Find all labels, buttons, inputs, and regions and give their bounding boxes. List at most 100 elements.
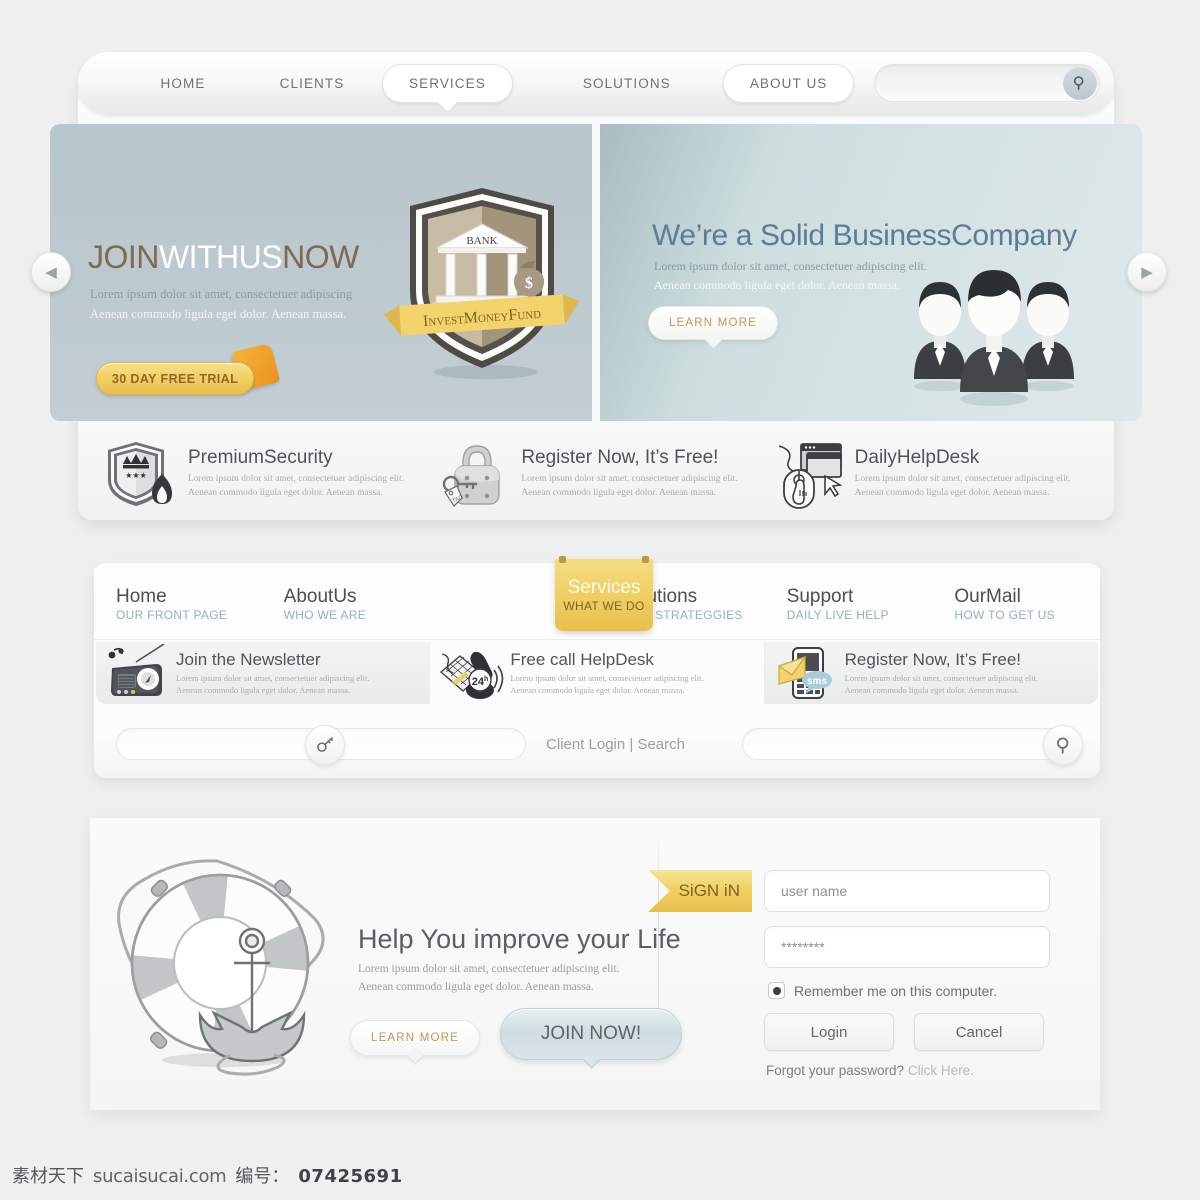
tab-pin-left-icon — [559, 556, 566, 563]
free-trial-button[interactable]: 30 DAY FREE TRIAL — [96, 362, 254, 395]
watermark: 素材天下 sucaisucai.com 编号： 07425691 — [12, 1162, 403, 1188]
keyboard-phone-24h-icon: 24h — [440, 652, 504, 699]
service-line1: Lorem ipsum dolor sit amet, consectetuer… — [510, 673, 704, 683]
header-search[interactable] — [874, 64, 1100, 102]
feature-title: DailyHelpDesk — [854, 446, 980, 468]
sec-nav-subtitle-active: WHAT WE DO — [563, 599, 645, 613]
checkbox-dot-icon — [772, 986, 781, 995]
feature-text: Register Now, It’s Free! Lorem ipsum dol… — [521, 447, 737, 500]
feature-item-register-now[interactable]: TAG Register Now, It’s Free! Lorem ipsum… — [429, 432, 762, 514]
sidebar-item-support[interactable]: Support DAILY LIVE HELP — [765, 585, 933, 622]
carousel-prev-arrow-icon[interactable]: ◀ — [31, 252, 71, 292]
feature-line1: Lorem ipsum dolor sit amet, consectetuer… — [188, 473, 405, 484]
hero-carousel: JOINWITHUSNOW Lorem ipsum dolor sit amet… — [50, 124, 1142, 421]
secondary-card: Home OUR FRONT PAGE AboutUs WHO WE ARE S… — [94, 556, 1100, 778]
hero-title-part3: NOW — [282, 239, 359, 275]
hero-slide-right: We’re a Solid BusinessCompany Lorem ipsu… — [600, 124, 1142, 421]
carousel-next-arrow-icon[interactable]: ▶ — [1127, 252, 1167, 292]
feature-line1: Lorem ipsum dolor sit amet, consectetuer… — [521, 473, 738, 484]
forgot-password-text: Forgot your password? — [766, 1063, 905, 1078]
tab-pin-right-icon — [642, 556, 649, 563]
remember-me-checkbox[interactable] — [768, 982, 785, 999]
cancel-button[interactable]: Cancel — [914, 1013, 1044, 1051]
sidebar-item-ourmail[interactable]: OurMail HOW TO GET US — [932, 585, 1100, 622]
bottom-learn-more-button[interactable]: LEARN MORE — [350, 1020, 480, 1056]
join-now-button[interactable]: JOIN NOW! — [500, 1008, 682, 1060]
key-icon[interactable] — [305, 725, 345, 765]
service-text: Join the Newsletter Lorem ipsum dolor si… — [176, 650, 369, 696]
sec-nav-subtitle: WHO WE ARE — [283, 608, 367, 622]
mouse-cursor-window-icon — [778, 443, 843, 509]
hero-title-part1: JOIN — [88, 239, 159, 275]
nav-item-solutions[interactable]: SOLUTIONS — [547, 76, 707, 91]
service-item-register[interactable]: sms Register Now, It’s Free! Lorem ipsum… — [764, 642, 1098, 704]
service-title: Join the Newsletter — [176, 650, 321, 669]
remember-me-row[interactable]: Remember me on this computer. — [768, 982, 1050, 999]
client-login-field[interactable] — [116, 725, 526, 765]
service-item-helpdesk[interactable]: 24h Free call HelpDesk Lorem ipsum dolor… — [430, 642, 765, 704]
sidebar-item-aboutus[interactable]: AboutUs WHO WE ARE — [262, 585, 430, 622]
service-line1: Lorem ipsum dolor sit amet, consectetuer… — [176, 673, 370, 683]
nav-item-services[interactable]: SERVICES — [382, 63, 513, 103]
padlock-key-tag-icon: TAG — [443, 445, 501, 508]
forgot-password-link[interactable]: Click Here. — [908, 1063, 974, 1078]
feature-title: Register Now, It’s Free! — [521, 446, 719, 468]
badge-sms: sms — [807, 676, 827, 687]
hero-right-sub-line2: Aenean commodo ligula eget dolor. Aenean… — [654, 278, 900, 292]
search-icon[interactable] — [1063, 66, 1097, 100]
sec-nav-title: Home — [116, 586, 167, 607]
business-team-icon — [914, 270, 1074, 406]
password-field[interactable] — [764, 926, 1050, 968]
lifebuoy-anchor-icon — [117, 859, 325, 1076]
svg-text:BANK: BANK — [466, 235, 497, 247]
sec-nav-subtitle: DAILY LIVE HELP — [786, 608, 889, 622]
login-form: Remember me on this computer. Login Canc… — [764, 870, 1050, 1078]
hero-right-subtitle: Lorem ipsum dolor sit amet, consectetuer… — [654, 257, 927, 295]
nav-item-clients[interactable]: CLIENTS — [242, 76, 382, 91]
bottom-panel-subtitle: Lorem ipsum dolor sit amet, consectetuer… — [358, 960, 620, 996]
hero-left-sub-line1: Lorem ipsum dolor sit amet, consectetuer… — [90, 287, 353, 301]
svg-text:★★★: ★★★ — [125, 471, 147, 480]
sidebar-item-services-active[interactable]: Services WHAT WE DO — [555, 556, 653, 631]
feature-line2: Aenean commodo ligula eget dolor. Aenean… — [521, 487, 717, 498]
radio-music-icon — [108, 644, 165, 696]
service-item-newsletter[interactable]: Join the Newsletter Lorem ipsum dolor si… — [96, 642, 431, 704]
hero-slide-left: JOINWITHUSNOW Lorem ipsum dolor sit amet… — [50, 124, 592, 421]
service-text: Free call HelpDesk Lorem ipsum dolor sit… — [510, 650, 703, 696]
hero-left-title: JOINWITHUSNOW — [88, 239, 359, 276]
service-title: Free call HelpDesk — [510, 650, 654, 669]
hero-learn-more-button[interactable]: LEARN MORE — [648, 306, 778, 340]
search-icon[interactable] — [1043, 725, 1083, 765]
forgot-password-row: Forgot your password? Click Here. — [766, 1063, 1050, 1078]
feature-item-daily-helpdesk[interactable]: DailyHelpDesk Lorem ipsum dolor sit amet… — [763, 432, 1096, 514]
bottom-panel-title: Help You improve your Life — [358, 924, 681, 954]
form-buttons: Login Cancel — [764, 1013, 1050, 1051]
nav-item-about-us[interactable]: ABOUT US — [722, 63, 855, 103]
feature-line2: Aenean commodo ligula eget dolor. Aenean… — [854, 487, 1050, 498]
client-login-search-label[interactable]: Client Login | Search — [546, 736, 685, 753]
hero-left-sub-line2: Aenean commodo ligula eget dolor. Aenean… — [90, 307, 347, 321]
service-line2: Aenean commodo ligula eget dolor. Aenean… — [844, 685, 1019, 695]
hero-left-subtitle: Lorem ipsum dolor sit amet, consectetuer… — [90, 284, 352, 324]
mobile-sms-envelope-icon: sms — [777, 647, 832, 699]
sec-nav-subtitle: OUR FRONT PAGE — [116, 608, 228, 622]
feature-line2: Aenean commodo ligula eget dolor. Aenean… — [188, 487, 383, 498]
svg-text:$: $ — [525, 275, 533, 292]
feature-title: PremiumSecurity — [188, 446, 333, 468]
service-line1: Lorem ipsum dolor sit amet, consectetuer… — [844, 673, 1038, 683]
remember-me-label: Remember me on this computer. — [794, 982, 998, 999]
services-strip: Join the Newsletter Lorem ipsum dolor si… — [96, 642, 1098, 704]
header-nav: HOME CLIENTS SERVICES SOLUTIONS ABOUT US — [78, 52, 1114, 114]
sidebar-item-home[interactable]: Home OUR FRONT PAGE — [94, 585, 262, 622]
sec-nav-subtitle: HOW TO GET US — [954, 608, 1055, 622]
secondary-search-input[interactable] — [743, 729, 1077, 759]
login-button[interactable]: Login — [764, 1013, 894, 1051]
secondary-search-field[interactable] — [742, 725, 1083, 765]
watermark-domain: sucaisucai.com — [93, 1166, 227, 1187]
nav-item-home[interactable]: HOME — [124, 76, 242, 91]
service-line2: Aenean commodo ligula eget dolor. Aenean… — [176, 685, 351, 695]
watermark-site-cn: 素材天下 — [12, 1166, 84, 1187]
username-field[interactable] — [764, 870, 1050, 912]
feature-item-premium-security[interactable]: ★★★ PremiumSecurity Lorem ipsum dolor si… — [96, 432, 429, 514]
feature-strip: ★★★ PremiumSecurity Lorem ipsum dolor si… — [96, 432, 1096, 514]
